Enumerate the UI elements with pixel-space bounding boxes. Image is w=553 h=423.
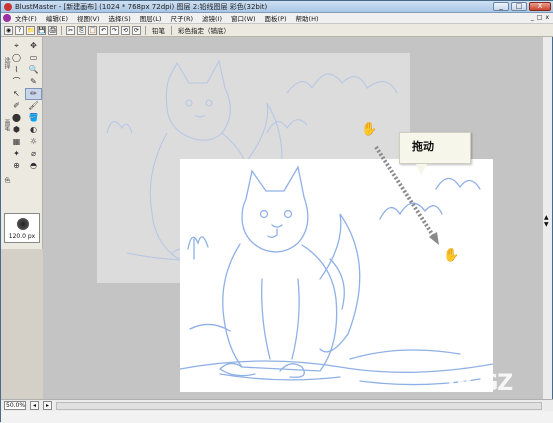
menu-window[interactable]: 窗口(W) <box>231 13 256 23</box>
app-logo-icon <box>4 3 12 11</box>
new-icon[interactable]: ◉ <box>4 25 13 35</box>
brush-size-preview[interactable]: 120.0 px <box>4 213 40 243</box>
main-toolbar: ◉ ? 📁 💾 🖨 ✂ ⎘ 📋 ↶ ↷ ⟲ ⟳ 铅笔 彩色指定（铺底） <box>1 24 553 37</box>
brush-tool-icon[interactable]: 🖌 <box>26 101 41 111</box>
doc-restore-button[interactable]: □ <box>537 14 543 21</box>
pen-tool-label[interactable]: 铅笔 <box>152 25 165 35</box>
rect-select-icon[interactable]: ▭ <box>26 53 41 63</box>
paste-icon[interactable]: 📋 <box>88 25 97 35</box>
bottom-panel <box>1 411 553 423</box>
eraser-tool-icon[interactable]: ⌀ <box>26 149 41 159</box>
canvas-sketch[interactable] <box>180 159 493 392</box>
cut-icon[interactable]: ✂ <box>66 25 75 35</box>
scroll-up-icon[interactable]: ▲ <box>544 214 549 221</box>
help-icon[interactable]: ? <box>15 25 24 35</box>
vertical-scrollbar[interactable]: ▲ ▼ <box>542 37 552 399</box>
maximize-button[interactable]: □ <box>511 2 527 11</box>
shape-tool-icon[interactable]: ⬢ <box>9 125 24 135</box>
curve-tool-icon[interactable]: ⌒ <box>9 77 24 87</box>
app-window: BlustMaster - [新建画布] (1024 * 768px 72dpi… <box>0 0 553 423</box>
menu-panel[interactable]: 面板(P) <box>265 13 287 23</box>
menu-filter[interactable]: 滤镜(I) <box>202 13 222 23</box>
dog-sketch <box>180 165 493 386</box>
move-tool-icon[interactable]: ⌖ <box>9 41 24 51</box>
open-icon[interactable]: 📁 <box>26 25 35 35</box>
brush-tip-icon <box>17 218 29 230</box>
pattern-tool-icon[interactable]: ▦ <box>9 137 24 147</box>
marker-tool-icon[interactable]: ✐ <box>9 101 24 111</box>
doc-close-button[interactable]: x <box>545 14 549 21</box>
brush-size-value: 120.0 px <box>8 233 36 240</box>
gradient-tool-icon[interactable]: ◐ <box>26 125 41 135</box>
menu-edit[interactable]: 编辑(E) <box>46 13 68 23</box>
copy-icon[interactable]: ⎘ <box>77 25 86 35</box>
status-bar: 50.0% ◂ ▸ <box>1 399 553 411</box>
save-icon[interactable]: 💾 <box>37 25 46 35</box>
rotate-right-icon[interactable]: ⟳ <box>132 25 141 35</box>
undo-icon[interactable]: ↶ <box>99 25 108 35</box>
zoom-out-icon[interactable]: ◂ <box>30 401 39 410</box>
grab-hand-end-icon: ✋ <box>443 248 460 263</box>
title-bar[interactable]: BlustMaster - [新建画布] (1024 * 768px 72dpi… <box>1 1 553 13</box>
scroll-down-icon[interactable]: ▼ <box>544 221 549 228</box>
menu-bar: 文件(F) 编辑(E) 视图(V) 选择(S) 图层(L) 尺子(R) 滤镜(I… <box>1 13 553 24</box>
menu-ruler[interactable]: 尺子(R) <box>170 13 193 23</box>
grab-hand-start-icon: ✋ <box>361 122 378 137</box>
color-setting-dropdown[interactable]: 彩色指定（铺底） <box>178 25 230 35</box>
zoom-level-field[interactable]: 50.0% <box>4 401 26 410</box>
watermark-logo: GCGZ <box>448 371 513 396</box>
pointer-tool-icon[interactable]: ↖ <box>9 89 24 99</box>
pen-tool-icon[interactable]: ✎ <box>26 77 41 87</box>
drag-callout: 拖动 <box>399 132 471 176</box>
horizontal-scrollbar[interactable] <box>56 401 542 410</box>
zoom-tool-icon[interactable]: 🔍 <box>26 65 41 75</box>
ellipse-select-icon[interactable]: ◯ <box>9 53 24 63</box>
toolbar-divider <box>145 25 146 35</box>
menu-select[interactable]: 选择(S) <box>109 13 131 23</box>
print-icon[interactable]: 🖨 <box>48 25 57 35</box>
sparkle-tool-icon[interactable]: ✦ <box>9 149 24 159</box>
lasso-icon[interactable]: ⌇ <box>9 65 24 75</box>
doc-minimize-button[interactable]: _ <box>531 14 534 21</box>
fill-tool-icon[interactable]: 🪣 <box>26 113 41 123</box>
color-swap-icon[interactable]: ◓ <box>26 161 41 171</box>
pencil-tool-icon[interactable]: ✏ <box>25 88 42 100</box>
menu-layer[interactable]: 图层(L) <box>140 13 162 23</box>
rotate-left-icon[interactable]: ⟲ <box>121 25 130 35</box>
zoom-in-icon[interactable]: ▸ <box>43 401 52 410</box>
tool-palette: 选择 画笔 色 ⌖ ✥ ◯ ▭ ⌇ 🔍 ⌒ ✎ ↖ ✏ ✐ 🖌 ⬤ 🪣 ⬢ ◐ … <box>1 37 43 249</box>
window-title: BlustMaster - [新建画布] (1024 * 768px 72dpi… <box>15 3 268 11</box>
toolbar-divider <box>171 25 172 35</box>
toolbox-section-color-label: 色 <box>3 177 10 183</box>
toolbar-divider <box>61 25 62 35</box>
minimize-button[interactable]: _ <box>493 2 509 11</box>
menu-view[interactable]: 视图(V) <box>77 13 100 23</box>
document-icon[interactable] <box>3 14 11 22</box>
tool-grid: ⌖ ✥ ◯ ▭ ⌇ 🔍 ⌒ ✎ ↖ ✏ ✐ 🖌 ⬤ 🪣 ⬢ ◐ ▦ ☼ ✦ ⌀ … <box>9 41 42 171</box>
close-button[interactable]: X <box>529 2 551 11</box>
airbrush-tool-icon[interactable]: ⬤ <box>9 113 24 123</box>
document-window-controls: _ □ x <box>531 14 549 21</box>
pan-tool-icon[interactable]: ✥ <box>26 41 41 51</box>
window-controls: _ □ X <box>493 2 551 11</box>
eyedropper-tool-icon[interactable]: ⊕ <box>9 161 24 171</box>
menu-help[interactable]: 帮助(H) <box>296 13 319 23</box>
dodge-tool-icon[interactable]: ☼ <box>26 137 41 147</box>
menu-file[interactable]: 文件(F) <box>15 13 37 23</box>
redo-icon[interactable]: ↷ <box>110 25 119 35</box>
